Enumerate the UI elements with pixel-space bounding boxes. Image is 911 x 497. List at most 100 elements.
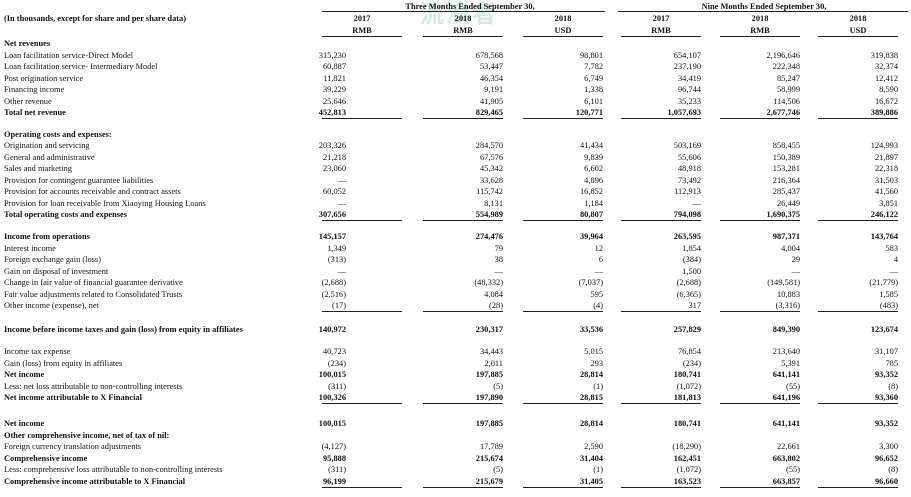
row-label: Comprehensive income xyxy=(4,453,88,463)
row-value: 21,218 xyxy=(322,152,346,162)
row-value: 246,122 xyxy=(870,210,898,219)
total-rule xyxy=(423,311,503,313)
total-rule xyxy=(720,118,800,120)
row-value: 114,506 xyxy=(773,96,800,106)
total-rule xyxy=(621,220,701,222)
row-value: 85,247 xyxy=(776,73,800,83)
statement-row: Sales and marketing 23,060 45,342 6,602 48,9… xyxy=(0,163,911,175)
row-value: 40,723 xyxy=(322,347,346,356)
row-value: 98,801 xyxy=(579,50,603,60)
row-value: 31,404 xyxy=(579,453,603,463)
row-value: 163,523 xyxy=(673,476,701,486)
year-header: 2017 xyxy=(652,14,670,23)
row-value: 663,857 xyxy=(772,476,800,486)
row-value: (17) xyxy=(332,301,346,310)
row-label: Financing income xyxy=(4,85,65,94)
total-rule xyxy=(523,403,603,405)
row-label: Gain on disposal of investment xyxy=(4,266,109,276)
row-value: 1,585 xyxy=(879,289,898,299)
statement-row: Net income 100,015 197,885 28,814 180,741 641… xyxy=(0,418,911,430)
row-value: 1,349 xyxy=(327,243,346,253)
statement-row: Other revenue 25,646 41,905 6,101 35,233 114,… xyxy=(0,96,911,108)
row-value: 315,230 xyxy=(318,50,346,60)
row-label: Loan facilitation service- Intermediary … xyxy=(4,62,158,71)
row-value: 143,764 xyxy=(870,232,898,241)
row-value: (28) xyxy=(489,301,503,310)
row-value: (234) xyxy=(327,358,346,368)
row-value: (483) xyxy=(879,301,898,310)
row-value: 28,814 xyxy=(579,370,603,379)
statement-row: Loan facilitation service- Intermediary … xyxy=(0,61,911,73)
row-label: Net income xyxy=(4,370,45,379)
total-rule xyxy=(523,486,603,488)
statement-row: Provision for accounts receivable and co… xyxy=(0,186,911,198)
row-value: 9,839 xyxy=(584,152,603,162)
total-rule xyxy=(720,403,800,405)
income-statement: 流浪者 Three Months Ended September 30, Nin… xyxy=(0,0,911,497)
row-value: (48,332) xyxy=(474,278,503,287)
row-value: 4,896 xyxy=(584,175,603,185)
currency-header: RMB xyxy=(453,26,473,35)
statement-row: Financing income 39,229 9,191 1,338 96,744 58… xyxy=(0,84,911,96)
row-value: 6,101 xyxy=(584,96,603,106)
row-value: — xyxy=(791,266,800,276)
statement-row: Other income (expense), net (17) (28) (4) 31… xyxy=(0,300,911,312)
row-value: 21,897 xyxy=(874,152,898,162)
row-value: 794,098 xyxy=(673,210,701,219)
row-value: 1,338 xyxy=(584,85,603,94)
row-value: 35,233 xyxy=(677,96,701,106)
row-value: 55,606 xyxy=(677,152,701,162)
statement-row: General and administrative 21,218 67,576 9,… xyxy=(0,152,911,164)
row-value: 60,052 xyxy=(322,187,346,196)
row-label: Income tax expense xyxy=(4,347,71,356)
statement-row: Less: net loss attributable to non-contr… xyxy=(0,381,911,393)
row-value: 503,169 xyxy=(673,141,701,150)
row-label: Gain (loss) from equity in affiliates xyxy=(4,358,123,368)
row-value: 34,419 xyxy=(677,73,701,83)
year-header: 2018 xyxy=(554,14,572,23)
row-value: 31,503 xyxy=(874,175,898,185)
statement-row: Less: comprehensive loss attributable to… xyxy=(0,464,911,476)
row-label: Provision for contingent guarantee liabi… xyxy=(4,175,154,185)
row-value: — xyxy=(889,266,898,276)
row-value: 11,821 xyxy=(323,73,346,83)
statement-row: Provision for loan receivable from Xiaoy… xyxy=(0,198,911,210)
row-value: (1) xyxy=(593,381,603,391)
row-value: 829,465 xyxy=(475,108,503,117)
row-value: 222,348 xyxy=(772,62,800,71)
row-value: 28,814 xyxy=(579,419,603,428)
row-value: (2,688) xyxy=(321,278,346,287)
row-value: 5,391 xyxy=(781,358,800,368)
row-value: — xyxy=(337,198,346,208)
total-rule xyxy=(523,220,603,222)
row-value: 2,196,646 xyxy=(766,50,801,60)
year-header: 2018 xyxy=(751,14,769,23)
row-value: 93,352 xyxy=(874,419,898,428)
row-label: Fair value adjustments related to Consol… xyxy=(4,289,183,299)
statement-row: Net income attributable to X Financial 10… xyxy=(0,392,911,404)
row-label: Net revenues xyxy=(4,39,51,48)
row-value: 1,057,693 xyxy=(667,108,702,117)
row-value: (55) xyxy=(786,465,800,474)
row-value: 124,993 xyxy=(870,141,898,150)
row-value: (5) xyxy=(493,465,503,474)
row-label: Total net revenue xyxy=(4,108,66,117)
row-value: (384) xyxy=(682,255,701,264)
row-value: — xyxy=(494,266,503,276)
row-value: 7,782 xyxy=(584,62,603,71)
row-value: (2,516) xyxy=(321,289,346,299)
total-rule xyxy=(818,220,898,222)
row-value: 1,854 xyxy=(682,243,701,253)
row-value: 34,443 xyxy=(479,347,503,356)
row-value: 317 xyxy=(688,301,701,310)
row-value: 285,437 xyxy=(772,187,800,196)
statement-row: Operating costs and expenses: xyxy=(0,129,911,141)
row-label: Change in fair value of financial guaran… xyxy=(4,278,183,287)
row-value: 93,360 xyxy=(874,393,898,402)
row-value: (8) xyxy=(888,381,898,391)
row-value: (149,581) xyxy=(767,278,800,287)
row-value: 38 xyxy=(494,255,503,264)
row-value: 215,674 xyxy=(475,453,503,463)
statement-row: Income before income taxes and gain (los… xyxy=(0,324,911,336)
row-value: 4 xyxy=(893,255,898,264)
